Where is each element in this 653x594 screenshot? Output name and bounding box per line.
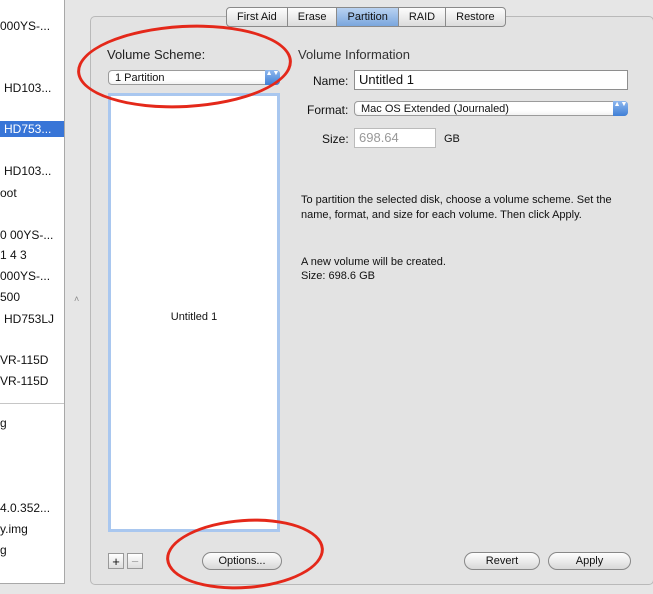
sidebar-item-image-3[interactable]: y.img	[0, 521, 28, 537]
sidebar-item-label: HD753LJ	[4, 312, 55, 326]
sidebar-item-image-1[interactable]: g	[0, 415, 7, 431]
sidebar-item-disk-2[interactable]: HD103...	[4, 80, 64, 96]
tab-restore[interactable]: Restore	[446, 8, 505, 26]
format-popup[interactable]: Mac OS Extended (Journaled) ▲▼	[354, 101, 628, 116]
size-label: Size:	[322, 132, 349, 146]
sidebar-item-label: oot	[0, 186, 17, 200]
sidebar-item-label: VR-115D	[0, 353, 49, 367]
partition-label: Untitled 1	[170, 311, 218, 323]
name-label: Name:	[313, 74, 349, 88]
format-label: Format:	[307, 103, 349, 117]
tab-erase[interactable]: Erase	[288, 8, 338, 26]
sidebar-item-label: 4.0.352...	[0, 501, 51, 515]
tab-raid[interactable]: RAID	[399, 8, 447, 26]
size-field: 698.64	[354, 128, 436, 148]
format-value: Mac OS Extended (Journaled)	[361, 103, 509, 115]
status-size: Size: 698.6 GB	[301, 270, 375, 282]
sidebar-item-label: 1 4 3	[0, 248, 27, 262]
sidebar-item-disk-1[interactable]: 000YS-...	[0, 18, 64, 34]
volume-scheme-value: 1 Partition	[115, 72, 165, 84]
tab-bar: First Aid Erase Partition RAID Restore	[226, 7, 506, 27]
sidebar-item-disk-5[interactable]: 0 00YS-...	[0, 227, 53, 243]
status-line: A new volume will be created.	[301, 256, 446, 268]
sidebar-item-label: g	[0, 416, 7, 430]
volume-scheme-popup[interactable]: 1 Partition ▲▼	[108, 70, 280, 85]
partition-instructions: To partition the selected disk, choose a…	[301, 194, 612, 221]
sidebar-item-volume-143[interactable]: 1 4 3	[0, 247, 27, 263]
partition-map[interactable]: Untitled 1	[108, 93, 280, 532]
sidebar-item-label: g	[0, 543, 7, 557]
apply-button[interactable]: Apply	[548, 552, 631, 570]
sidebar-item-label: 0 00YS-...	[0, 228, 54, 242]
splitter-handle-icon[interactable]: ˄	[74, 294, 79, 304]
sidebar-item-disk-4[interactable]: HD103...	[4, 163, 64, 179]
popup-stepper-icon: ▲▼	[613, 101, 628, 116]
volume-information-heading: Volume Information	[298, 47, 411, 62]
tab-first-aid[interactable]: First Aid	[227, 8, 288, 26]
sidebar-item-volume-500[interactable]: 500	[0, 289, 20, 305]
sidebar-item-label: y.img	[0, 522, 28, 536]
sidebar-item-disk-selected[interactable]: HD753...	[0, 121, 64, 137]
sidebar-item-optical-2[interactable]: VR-115D	[0, 373, 48, 389]
tab-partition[interactable]: Partition	[337, 8, 399, 26]
sidebar-item-optical-1[interactable]: VR-115D	[0, 352, 48, 368]
sidebar-divider	[0, 403, 64, 404]
sidebar-item-label: HD103...	[4, 81, 52, 95]
sidebar-item-image-4[interactable]: g	[0, 542, 7, 558]
sidebar-item-disk-6[interactable]: 000YS-...	[0, 268, 50, 284]
sidebar-item-label: HD103...	[4, 164, 52, 178]
add-partition-button[interactable]: +	[108, 553, 124, 569]
volume-scheme-heading: Volume Scheme:	[107, 47, 206, 62]
options-button[interactable]: Options...	[202, 552, 282, 570]
sidebar-item-label: HD753...	[4, 122, 52, 136]
sidebar-item-disk-hd753lj[interactable]: HD753LJ	[4, 311, 54, 327]
name-field[interactable]: Untitled 1	[354, 70, 628, 90]
size-unit: GB	[444, 133, 460, 145]
sidebar-item-label: VR-115D	[0, 374, 49, 388]
popup-stepper-icon: ▲▼	[265, 70, 280, 85]
disk-list-sidebar: 000YS-... HD103... HD753... HD103... oot…	[0, 0, 65, 584]
sidebar-item-label: 000YS-...	[0, 19, 51, 33]
sidebar-item-volume-boot[interactable]: oot	[0, 185, 17, 201]
sidebar-item-label: 500	[0, 290, 21, 304]
remove-partition-button[interactable]: −	[127, 553, 143, 569]
sidebar-item-label: 000YS-...	[0, 269, 51, 283]
sidebar-item-image-2[interactable]: 4.0.352...	[0, 500, 50, 516]
revert-button[interactable]: Revert	[464, 552, 540, 570]
